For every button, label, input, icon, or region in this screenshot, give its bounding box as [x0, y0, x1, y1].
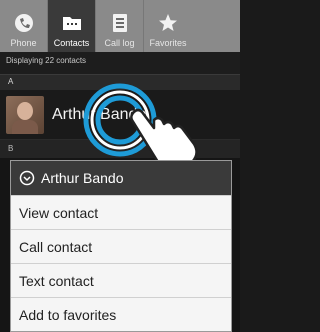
call-log-icon — [109, 12, 131, 34]
tab-call-log[interactable]: Call log — [96, 0, 144, 52]
menu-item-text-contact[interactable]: Text contact — [11, 263, 231, 297]
tab-favorites-label: Favorites — [149, 38, 187, 48]
contacts-count-status: Displaying 22 contacts — [0, 52, 240, 74]
tab-contacts-label: Contacts — [53, 38, 90, 48]
menu-item-add-to-favorites[interactable]: Add to favorites — [11, 297, 231, 331]
tab-contacts[interactable]: Contacts — [48, 0, 96, 52]
menu-header: Arthur Bando — [11, 161, 231, 195]
menu-item-view-contact[interactable]: View contact — [11, 195, 231, 229]
menu-item-call-contact[interactable]: Call contact — [11, 229, 231, 263]
menu-title: Arthur Bando — [41, 170, 124, 186]
tab-phone[interactable]: Phone — [0, 0, 48, 52]
avatar — [6, 95, 44, 134]
tab-call-log-label: Call log — [104, 38, 135, 48]
tab-favorites[interactable]: Favorites — [144, 0, 192, 52]
phone-icon — [13, 12, 35, 34]
contact-context-menu: Arthur Bando View contact Call contact T… — [10, 160, 232, 332]
chevron-down-circle-icon — [19, 170, 35, 186]
star-icon — [157, 12, 179, 34]
tab-bar: Phone Contacts Call log Favorites — [0, 0, 240, 52]
folder-icon — [61, 12, 83, 34]
tab-phone-label: Phone — [10, 38, 37, 48]
